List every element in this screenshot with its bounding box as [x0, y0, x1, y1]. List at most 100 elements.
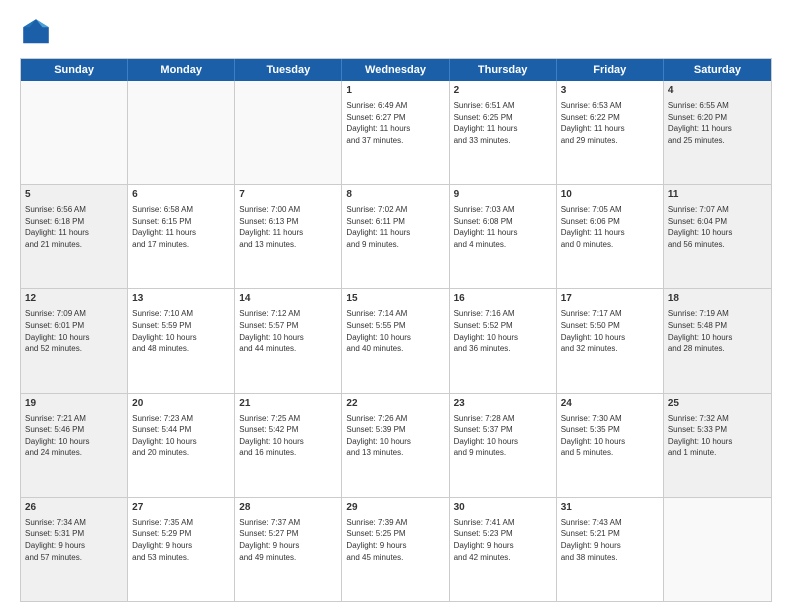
day-cell-28: 28 Sunrise: 7:37 AM Sunset: 5:27 PM Dayli…: [235, 498, 342, 601]
calendar-row-0: 1Sunrise: 6:49 AM Sunset: 6:27 PM Daylig…: [21, 81, 771, 185]
day-info: Sunrise: 7:26 AM Sunset: 5:39 PM Dayligh…: [346, 413, 444, 459]
day-info: Sunrise: 7:03 AM Sunset: 6:08 PM Dayligh…: [454, 204, 552, 250]
day-cell-9: 9 Sunrise: 7:03 AM Sunset: 6:08 PM Daylig…: [450, 185, 557, 288]
day-cell-27: 27 Sunrise: 7:35 AM Sunset: 5:29 PM Dayli…: [128, 498, 235, 601]
day-cell-13: 13 Sunrise: 7:10 AM Sunset: 5:59 PM Dayli…: [128, 289, 235, 392]
day-cell-8: 8Sunrise: 7:02 AM Sunset: 6:11 PM Daylig…: [342, 185, 449, 288]
day-cell-21: 21 Sunrise: 7:25 AM Sunset: 5:42 PM Dayli…: [235, 394, 342, 497]
day-number: 23: [454, 397, 552, 411]
day-number: 8: [346, 188, 444, 202]
day-number: 26: [25, 501, 123, 515]
day-number: 12: [25, 292, 123, 306]
day-cell-12: 12 Sunrise: 7:09 AM Sunset: 6:01 PM Dayli…: [21, 289, 128, 392]
day-cell-15: 15Sunrise: 7:14 AM Sunset: 5:55 PM Dayli…: [342, 289, 449, 392]
day-cell-26: 26 Sunrise: 7:34 AM Sunset: 5:31 PM Dayli…: [21, 498, 128, 601]
day-number: 31: [561, 501, 659, 515]
day-info: Sunrise: 7:32 AM Sunset: 5:33 PM Dayligh…: [668, 413, 767, 459]
day-number: 24: [561, 397, 659, 411]
weekday-header-tuesday: Tuesday: [235, 59, 342, 81]
day-info: Sunrise: 7:25 AM Sunset: 5:42 PM Dayligh…: [239, 413, 337, 459]
day-info: Sunrise: 7:34 AM Sunset: 5:31 PM Dayligh…: [25, 517, 123, 563]
day-cell-23: 23 Sunrise: 7:28 AM Sunset: 5:37 PM Dayli…: [450, 394, 557, 497]
empty-cell-4-6: [664, 498, 771, 601]
day-number: 1: [346, 84, 444, 98]
day-cell-11: 11Sunrise: 7:07 AM Sunset: 6:04 PM Dayli…: [664, 185, 771, 288]
day-cell-17: 17Sunrise: 7:17 AM Sunset: 5:50 PM Dayli…: [557, 289, 664, 392]
day-cell-4: 4Sunrise: 6:55 AM Sunset: 6:20 PM Daylig…: [664, 81, 771, 184]
day-cell-29: 29 Sunrise: 7:39 AM Sunset: 5:25 PM Dayli…: [342, 498, 449, 601]
day-cell-25: 25 Sunrise: 7:32 AM Sunset: 5:33 PM Dayli…: [664, 394, 771, 497]
day-number: 20: [132, 397, 230, 411]
day-number: 19: [25, 397, 123, 411]
day-number: 5: [25, 188, 123, 202]
header: [20, 16, 772, 48]
calendar-row-4: 26 Sunrise: 7:34 AM Sunset: 5:31 PM Dayli…: [21, 498, 771, 601]
empty-cell-0-0: [21, 81, 128, 184]
day-cell-2: 2 Sunrise: 6:51 AM Sunset: 6:25 PM Daylig…: [450, 81, 557, 184]
calendar-header: SundayMondayTuesdayWednesdayThursdayFrid…: [21, 59, 771, 81]
day-number: 22: [346, 397, 444, 411]
empty-cell-0-1: [128, 81, 235, 184]
day-cell-10: 10Sunrise: 7:05 AM Sunset: 6:06 PM Dayli…: [557, 185, 664, 288]
day-number: 27: [132, 501, 230, 515]
day-cell-24: 24 Sunrise: 7:30 AM Sunset: 5:35 PM Dayli…: [557, 394, 664, 497]
day-number: 10: [561, 188, 659, 202]
day-number: 15: [346, 292, 444, 306]
page: SundayMondayTuesdayWednesdayThursdayFrid…: [0, 0, 792, 612]
day-info: Sunrise: 6:51 AM Sunset: 6:25 PM Dayligh…: [454, 100, 552, 146]
day-number: 17: [561, 292, 659, 306]
day-info: Sunrise: 7:16 AM Sunset: 5:52 PM Dayligh…: [454, 308, 552, 354]
calendar: SundayMondayTuesdayWednesdayThursdayFrid…: [20, 58, 772, 602]
day-info: Sunrise: 7:35 AM Sunset: 5:29 PM Dayligh…: [132, 517, 230, 563]
day-info: Sunrise: 7:09 AM Sunset: 6:01 PM Dayligh…: [25, 308, 123, 354]
day-number: 7: [239, 188, 337, 202]
calendar-row-1: 5 Sunrise: 6:56 AM Sunset: 6:18 PM Daylig…: [21, 185, 771, 289]
day-cell-7: 7 Sunrise: 7:00 AM Sunset: 6:13 PM Daylig…: [235, 185, 342, 288]
day-info: Sunrise: 7:10 AM Sunset: 5:59 PM Dayligh…: [132, 308, 230, 354]
day-number: 6: [132, 188, 230, 202]
day-info: Sunrise: 7:41 AM Sunset: 5:23 PM Dayligh…: [454, 517, 552, 563]
calendar-row-3: 19Sunrise: 7:21 AM Sunset: 5:46 PM Dayli…: [21, 394, 771, 498]
day-number: 28: [239, 501, 337, 515]
day-info: Sunrise: 6:53 AM Sunset: 6:22 PM Dayligh…: [561, 100, 659, 146]
day-number: 16: [454, 292, 552, 306]
day-number: 30: [454, 501, 552, 515]
day-number: 13: [132, 292, 230, 306]
day-info: Sunrise: 6:56 AM Sunset: 6:18 PM Dayligh…: [25, 204, 123, 250]
day-cell-20: 20Sunrise: 7:23 AM Sunset: 5:44 PM Dayli…: [128, 394, 235, 497]
day-number: 21: [239, 397, 337, 411]
day-info: Sunrise: 6:58 AM Sunset: 6:15 PM Dayligh…: [132, 204, 230, 250]
weekday-header-saturday: Saturday: [664, 59, 771, 81]
day-info: Sunrise: 7:37 AM Sunset: 5:27 PM Dayligh…: [239, 517, 337, 563]
day-cell-30: 30 Sunrise: 7:41 AM Sunset: 5:23 PM Dayli…: [450, 498, 557, 601]
day-cell-19: 19Sunrise: 7:21 AM Sunset: 5:46 PM Dayli…: [21, 394, 128, 497]
calendar-body: 1Sunrise: 6:49 AM Sunset: 6:27 PM Daylig…: [21, 81, 771, 601]
day-number: 14: [239, 292, 337, 306]
weekday-header-monday: Monday: [128, 59, 235, 81]
day-number: 25: [668, 397, 767, 411]
day-info: Sunrise: 7:00 AM Sunset: 6:13 PM Dayligh…: [239, 204, 337, 250]
calendar-row-2: 12 Sunrise: 7:09 AM Sunset: 6:01 PM Dayli…: [21, 289, 771, 393]
weekday-header-sunday: Sunday: [21, 59, 128, 81]
day-cell-1: 1Sunrise: 6:49 AM Sunset: 6:27 PM Daylig…: [342, 81, 449, 184]
day-info: Sunrise: 7:19 AM Sunset: 5:48 PM Dayligh…: [668, 308, 767, 354]
weekday-header-thursday: Thursday: [450, 59, 557, 81]
day-number: 9: [454, 188, 552, 202]
day-number: 29: [346, 501, 444, 515]
day-cell-14: 14Sunrise: 7:12 AM Sunset: 5:57 PM Dayli…: [235, 289, 342, 392]
day-number: 2: [454, 84, 552, 98]
day-info: Sunrise: 7:43 AM Sunset: 5:21 PM Dayligh…: [561, 517, 659, 563]
day-cell-5: 5 Sunrise: 6:56 AM Sunset: 6:18 PM Daylig…: [21, 185, 128, 288]
day-cell-16: 16 Sunrise: 7:16 AM Sunset: 5:52 PM Dayli…: [450, 289, 557, 392]
day-info: Sunrise: 7:28 AM Sunset: 5:37 PM Dayligh…: [454, 413, 552, 459]
logo-icon: [20, 16, 52, 48]
day-info: Sunrise: 7:39 AM Sunset: 5:25 PM Dayligh…: [346, 517, 444, 563]
day-cell-18: 18 Sunrise: 7:19 AM Sunset: 5:48 PM Dayli…: [664, 289, 771, 392]
day-info: Sunrise: 7:30 AM Sunset: 5:35 PM Dayligh…: [561, 413, 659, 459]
day-number: 3: [561, 84, 659, 98]
weekday-header-wednesday: Wednesday: [342, 59, 449, 81]
day-cell-3: 3 Sunrise: 6:53 AM Sunset: 6:22 PM Daylig…: [557, 81, 664, 184]
day-cell-31: 31 Sunrise: 7:43 AM Sunset: 5:21 PM Dayli…: [557, 498, 664, 601]
day-number: 18: [668, 292, 767, 306]
day-info: Sunrise: 7:07 AM Sunset: 6:04 PM Dayligh…: [668, 204, 767, 250]
